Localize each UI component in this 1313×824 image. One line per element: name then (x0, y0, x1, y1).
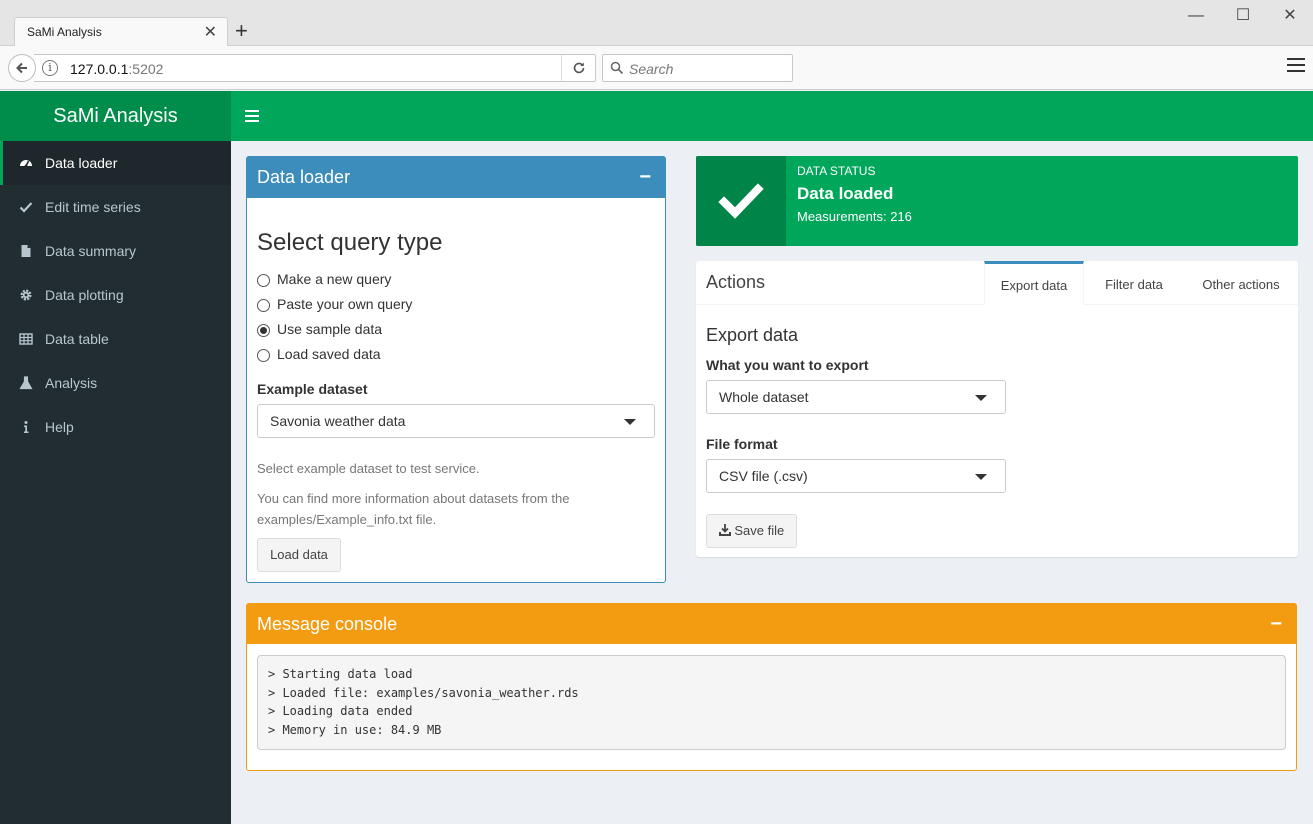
search-placeholder: Search (629, 61, 674, 77)
dashboard-icon (20, 160, 32, 168)
status-value: Data loaded (797, 184, 894, 203)
browser-titlebar: SaMi Analysis ✕ + — ☐ ✕ (0, 0, 1313, 47)
close-window-icon[interactable]: ✕ (1280, 6, 1300, 26)
browser-toolbar: i 127.0.0.1:5202 Search (0, 46, 1313, 90)
sidebar-item-data-plotting[interactable]: Data plotting (0, 273, 231, 317)
close-tab-icon[interactable]: ✕ (204, 22, 217, 42)
console-output: > Starting data load > Loaded file: exam… (257, 655, 1286, 750)
radio-label: Use sample data (277, 321, 383, 337)
info-icon[interactable]: i (42, 60, 58, 76)
url-bar[interactable]: i 127.0.0.1:5202 (34, 54, 596, 82)
load-data-button[interactable]: Load data (257, 538, 341, 572)
console-line: > Starting data load (268, 667, 413, 681)
gear-icon (20, 289, 32, 301)
radio-button[interactable] (257, 274, 270, 287)
sidebar-item-analysis[interactable]: Analysis (0, 361, 231, 405)
caret-down-icon (975, 395, 987, 401)
sidebar-toggle-icon[interactable] (245, 110, 259, 125)
sidebar-item-edit-time-series[interactable]: Edit time series (0, 185, 231, 229)
data-loader-box: Data loader − Select query type Make a n… (246, 156, 666, 583)
actions-tabs: Actions Export data Filter data Other ac… (696, 261, 1298, 305)
sidebar-item-data-summary[interactable]: Data summary (0, 229, 231, 273)
export-data-title: Export data (706, 325, 799, 345)
search-input[interactable]: Search (602, 54, 793, 82)
tab-export-data[interactable]: Export data (984, 261, 1084, 305)
sidebar-item-label: Data loader (45, 155, 118, 171)
check-icon (19, 202, 33, 213)
back-arrow-icon[interactable] (8, 54, 36, 82)
console-line: > Memory in use: 84.9 MB (268, 722, 442, 737)
example-dataset-label: Example dataset (257, 381, 368, 397)
actions-box: Actions Export data Filter data Other ac… (696, 261, 1298, 557)
reload-icon[interactable] (561, 55, 595, 81)
export-what-label: What you want to export (706, 357, 869, 373)
radio-button-checked[interactable] (257, 324, 270, 337)
minimize-icon[interactable]: — (1186, 6, 1206, 26)
status-measurements: Measurements: 216 (797, 209, 912, 224)
maximize-icon[interactable]: ☐ (1233, 6, 1253, 26)
select-value: Savonia weather data (270, 413, 406, 429)
console-line: > Loading data ended (268, 704, 413, 719)
url-text[interactable]: 127.0.0.1:5202 (70, 61, 163, 77)
sidebar-item-label: Edit time series (45, 199, 141, 215)
select-value: Whole dataset (719, 389, 809, 405)
radio-label: Paste your own query (277, 296, 413, 312)
example-dataset-select[interactable]: Savonia weather data (257, 404, 655, 438)
browser-tab[interactable]: SaMi Analysis ✕ (14, 17, 228, 47)
search-icon (610, 61, 624, 75)
new-tab-button[interactable]: + (235, 18, 248, 44)
data-loader-header: Data loader − (247, 157, 665, 198)
caret-down-icon (975, 474, 987, 480)
info-icon (24, 421, 29, 433)
checkmark-icon (718, 183, 764, 219)
radio-label: Make a new query (277, 271, 392, 287)
status-label: Data status (797, 164, 876, 178)
app-navbar (231, 91, 1313, 141)
save-file-button[interactable]: Save file (706, 514, 797, 548)
collapse-icon[interactable]: − (639, 157, 651, 198)
select-value: CSV file (.csv) (719, 468, 808, 484)
tab-other-actions[interactable]: Other actions (1189, 261, 1293, 305)
sidebar-item-label: Data summary (45, 243, 137, 259)
data-status-box: Data status Data loaded Measurements: 21… (696, 156, 1298, 246)
help-text-1: Select example dataset to test service. (257, 461, 480, 476)
sidebar: Data loader Edit time series Data summar… (0, 141, 231, 824)
tab-filter-data[interactable]: Filter data (1089, 261, 1179, 305)
download-icon (718, 524, 731, 536)
radio-button[interactable] (257, 299, 270, 312)
query-type-title: Select query type (257, 229, 443, 256)
app-logo[interactable]: SaMi Analysis (0, 91, 231, 141)
table-icon (19, 333, 33, 345)
sidebar-item-help[interactable]: Help (0, 405, 231, 449)
sidebar-item-data-loader[interactable]: Data loader (0, 141, 231, 185)
message-console-title: Message console (257, 614, 398, 634)
file-format-label: File format (706, 436, 778, 452)
hamburger-menu-icon[interactable] (1287, 58, 1305, 76)
actions-title: Actions (706, 272, 766, 292)
caret-down-icon (624, 419, 636, 425)
sidebar-item-data-table[interactable]: Data table (0, 317, 231, 361)
radio-button[interactable] (257, 349, 270, 362)
data-loader-title: Data loader (257, 167, 351, 187)
file-icon (21, 245, 31, 257)
sidebar-item-label: Data table (45, 331, 109, 347)
flask-icon (19, 376, 33, 390)
collapse-icon[interactable]: − (1270, 604, 1282, 644)
status-icon-area (696, 156, 786, 246)
help-text-2: You can find more information about data… (257, 491, 570, 527)
message-console-header: Message console − (247, 604, 1296, 644)
radio-label: Load saved data (277, 346, 381, 362)
sidebar-item-label: Analysis (45, 375, 98, 391)
message-console-box: Message console − > Starting data load >… (246, 603, 1297, 771)
sidebar-item-label: Data plotting (45, 287, 124, 303)
file-format-select[interactable]: CSV file (.csv) (706, 459, 1006, 493)
save-file-label: Save file (734, 523, 785, 538)
export-what-select[interactable]: Whole dataset (706, 380, 1006, 414)
browser-tab-title: SaMi Analysis (27, 25, 102, 39)
console-line: > Loaded file: examples/savonia_weather.… (268, 685, 579, 700)
sidebar-item-label: Help (45, 419, 74, 435)
